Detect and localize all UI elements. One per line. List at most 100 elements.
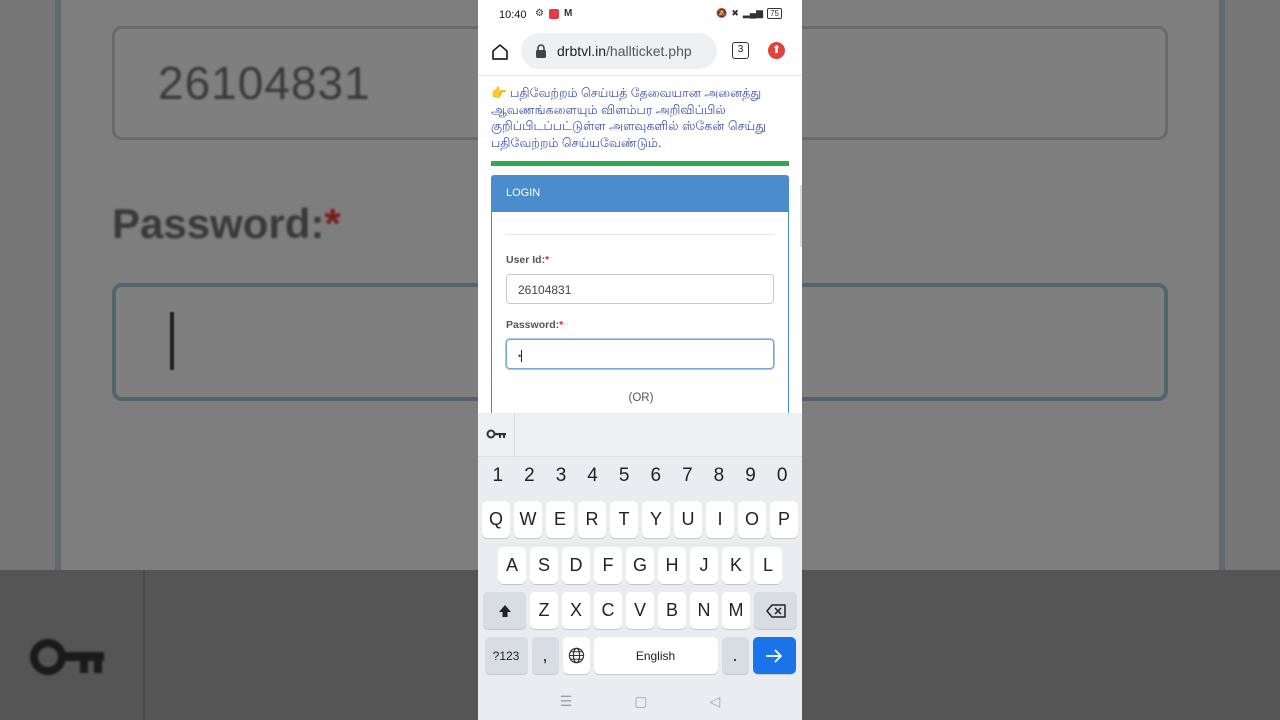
background-key-icon	[30, 628, 106, 690]
key-c[interactable]: C	[594, 592, 622, 629]
key-h[interactable]: H	[658, 547, 686, 584]
key-x[interactable]: X	[562, 592, 590, 629]
password-label-text: Password:	[506, 319, 560, 331]
home-icon	[492, 44, 508, 60]
language-key[interactable]	[562, 637, 590, 674]
home-nav-icon[interactable]: ▢	[634, 693, 647, 710]
status-icons-right: 🔕 ✖ ▂▄▆ 75	[716, 8, 782, 19]
keyboard-row-3: Z X C V B N M	[478, 592, 802, 629]
password-key-icon[interactable]	[486, 425, 506, 445]
panel-divider	[506, 234, 774, 235]
key-q[interactable]: Q	[482, 501, 510, 538]
back-icon[interactable]: ◁	[710, 693, 721, 710]
background-caret	[170, 312, 174, 370]
keyboard-suggestion-bar	[478, 413, 802, 457]
update-icon[interactable]: ⬆	[768, 42, 785, 59]
key-5[interactable]: 5	[608, 465, 640, 487]
home-button[interactable]	[488, 40, 512, 64]
key-j[interactable]: J	[690, 547, 718, 584]
url-path: /hallticket.php	[606, 43, 692, 59]
key-v[interactable]: V	[626, 592, 654, 629]
status-icons-left: ⚙ M	[535, 8, 572, 19]
user-id-input[interactable]: 26104831	[506, 274, 774, 304]
keyboard-row-4: ?123 , English .	[478, 637, 802, 674]
key-e[interactable]: E	[546, 501, 574, 538]
key-3[interactable]: 3	[545, 465, 577, 487]
key-l[interactable]: L	[754, 547, 782, 584]
key-k[interactable]: K	[722, 547, 750, 584]
period-key[interactable]: .	[721, 637, 749, 674]
shift-key[interactable]	[483, 592, 526, 629]
lock-icon	[535, 44, 547, 58]
phone-screen: 10:40 ⚙ M 🔕 ✖ ▂▄▆ 75 drbtvl.in/hallticke…	[478, 0, 802, 720]
key-u[interactable]: U	[674, 501, 702, 538]
background-password-label-text: Password:	[112, 200, 325, 247]
keyboard-row-2: A S D F G H J K L	[478, 547, 802, 584]
key-n[interactable]: N	[690, 592, 718, 629]
required-mark: *	[545, 254, 550, 266]
required-mark: *	[559, 319, 564, 331]
login-panel-title: LOGIN	[492, 176, 788, 212]
symbols-key[interactable]: ?123	[484, 637, 528, 674]
shift-icon	[498, 604, 511, 617]
background-keyboard-divider	[143, 570, 145, 720]
background-required-mark: *	[324, 200, 341, 247]
key-r[interactable]: R	[578, 501, 606, 538]
user-id-label: User Id:*	[506, 254, 549, 266]
key-t[interactable]: T	[610, 501, 638, 538]
backspace-key[interactable]	[754, 592, 797, 629]
key-w[interactable]: W	[514, 501, 542, 538]
arrow-right-icon	[766, 648, 783, 663]
notification-app-icon	[548, 8, 559, 19]
enter-key[interactable]	[752, 637, 796, 674]
notice-text: பதிவேற்றம் செய்யத் தேவையான அனைத்து ஆவணங்…	[491, 86, 767, 150]
key-p[interactable]: P	[770, 501, 798, 538]
login-panel: LOGIN User Id:* 26104831 Password:* • (O…	[491, 175, 789, 413]
key-0[interactable]: 0	[766, 465, 798, 487]
upload-notice: 👉 பதிவேற்றம் செய்யத் தேவையான அனைத்து ஆவண…	[491, 85, 789, 151]
keyboard-row-1: Q W E R T Y U I O P	[478, 501, 802, 538]
battery-icon: 75	[767, 8, 782, 19]
comma-key[interactable]: ,	[531, 637, 559, 674]
key-6[interactable]: 6	[640, 465, 672, 487]
signal-icon: ▂▄▆	[742, 8, 764, 18]
key-9[interactable]: 9	[735, 465, 767, 487]
green-divider	[491, 161, 789, 166]
status-time: 10:40	[499, 9, 527, 21]
user-id-value: 26104831	[518, 283, 572, 297]
user-id-label-text: User Id:	[506, 254, 546, 266]
text-caret	[521, 349, 523, 362]
address-bar[interactable]: drbtvl.in/hallticket.php	[521, 33, 717, 69]
key-f[interactable]: F	[594, 547, 622, 584]
browser-toolbar: drbtvl.in/hallticket.php 3 ⬆	[478, 32, 802, 76]
gmail-icon: M	[563, 8, 573, 19]
vibrate-icon: ✖	[731, 8, 739, 18]
settings-icon: ⚙	[535, 8, 544, 19]
key-a[interactable]: A	[498, 547, 526, 584]
background-user-id-text: 26104831	[158, 57, 371, 109]
key-d[interactable]: D	[562, 547, 590, 584]
on-screen-keyboard: 1 2 3 4 5 6 7 8 9 0 Q W E R T Y U I O P …	[478, 413, 802, 720]
side-panel-edge	[800, 185, 802, 247]
space-key[interactable]: English	[593, 637, 718, 674]
pointing-hand-icon: 👉	[491, 86, 507, 100]
key-4[interactable]: 4	[577, 465, 609, 487]
number-row: 1 2 3 4 5 6 7 8 9 0	[478, 465, 802, 487]
key-s[interactable]: S	[530, 547, 558, 584]
key-g[interactable]: G	[626, 547, 654, 584]
key-m[interactable]: M	[722, 592, 750, 629]
key-2[interactable]: 2	[514, 465, 546, 487]
url-text: drbtvl.in/hallticket.php	[557, 43, 692, 59]
globe-icon	[568, 647, 584, 664]
key-z[interactable]: Z	[530, 592, 558, 629]
key-i[interactable]: I	[706, 501, 734, 538]
password-input[interactable]: •	[506, 339, 774, 369]
key-y[interactable]: Y	[642, 501, 670, 538]
key-b[interactable]: B	[658, 592, 686, 629]
key-7[interactable]: 7	[672, 465, 704, 487]
recents-icon[interactable]: ☰	[560, 693, 573, 710]
key-1[interactable]: 1	[482, 465, 514, 487]
key-8[interactable]: 8	[703, 465, 735, 487]
tab-switcher-button[interactable]: 3	[732, 42, 749, 59]
key-o[interactable]: O	[738, 501, 766, 538]
